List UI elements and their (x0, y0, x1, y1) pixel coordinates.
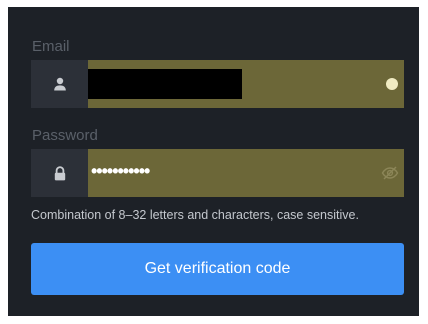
email-prefix (31, 60, 88, 108)
eye-off-icon[interactable] (381, 164, 399, 182)
user-icon (53, 77, 66, 91)
lock-icon (54, 165, 65, 180)
login-form: Email Password ••••••••••• Combination o… (8, 7, 419, 316)
password-field[interactable]: ••••••••••• (31, 149, 404, 197)
get-verification-code-button[interactable]: Get verification code (31, 243, 404, 295)
email-label: Email (32, 38, 70, 55)
password-hint: Combination of 8–32 letters and characte… (31, 208, 359, 222)
email-field[interactable] (31, 60, 404, 108)
redacted-email-value (88, 69, 242, 99)
email-input[interactable] (88, 60, 404, 108)
password-label: Password (32, 127, 98, 144)
status-dot-icon (386, 78, 398, 90)
password-masked-value: ••••••••••• (91, 161, 150, 181)
password-prefix (31, 149, 88, 197)
password-input[interactable]: ••••••••••• (88, 149, 404, 197)
